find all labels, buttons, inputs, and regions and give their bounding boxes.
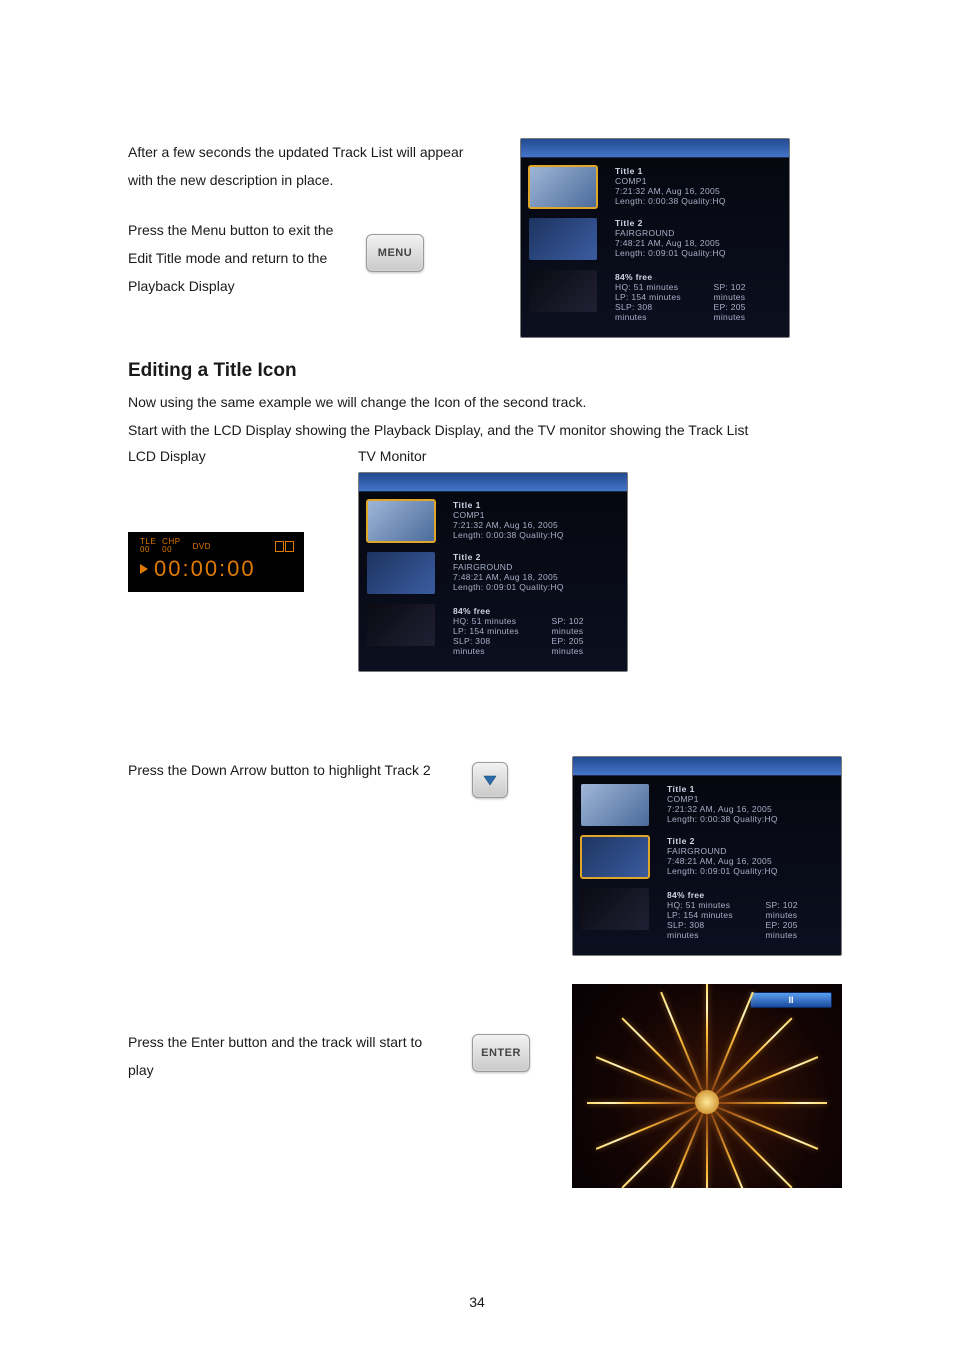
track-subtitle: FAIRGROUND [453,562,564,572]
free-line: SLP: 308 minutes [453,636,523,656]
track-time: 7:48:21 AM, Aug 16, 2005 [667,856,778,866]
free-title: 84% free [453,606,617,616]
track-title: Title 1 [453,500,564,510]
enter-button-label: ENTER [481,1047,521,1059]
page-number: 34 [0,1294,954,1310]
track-title: Title 2 [667,836,778,846]
heading-sub-1: Now using the same example we will chang… [128,388,842,416]
track-thumbnail [367,552,435,594]
free-space-row: 84% freeHQ: 51 minutesLP: 154 minutesSLP… [521,266,789,328]
free-line: SP: 102 minutes [713,282,779,302]
free-line: EP: 205 minutes [551,636,617,656]
track-length: Length: 0:09:01 Quality:HQ [453,582,564,592]
track-row[interactable]: Title 2FAIRGROUND7:48:21 AM, Aug 16, 200… [573,832,841,884]
track-time: 7:48:21 AM, Aug 18, 2005 [453,572,564,582]
free-thumbnail [581,888,649,930]
track-time: 7:21:32 AM, Aug 16, 2005 [453,520,564,530]
chevron-down-icon [482,772,498,788]
free-line: LP: 154 minutes [615,292,685,302]
track-thumbnail [581,784,649,826]
down-arrow-button[interactable] [472,762,508,798]
enter-button[interactable]: ENTER [472,1034,530,1072]
track-time: 7:21:32 AM, Aug 16, 2005 [667,804,778,814]
track-title: Title 2 [615,218,726,228]
track-row[interactable]: Title 1COMP17:21:32 AM, Aug 16, 2005Leng… [573,780,841,832]
lcd-chp-value: 00 [162,546,180,554]
track-thumbnail [529,166,597,208]
track-title: Title 1 [615,166,726,176]
panel-header [573,757,841,776]
free-space-row: 84% freeHQ: 51 minutesLP: 154 minutesSLP… [573,884,841,946]
free-line: EP: 205 minutes [765,920,831,940]
fairground-video-frame: II [572,984,842,1188]
free-space-row: 84% freeHQ: 51 minutesLP: 154 minutesSLP… [359,600,627,662]
free-thumbnail [529,270,597,312]
lcd-column-label: LCD Display [128,448,358,464]
panel-header [521,139,789,158]
free-line: EP: 205 minutes [713,302,779,322]
track-row[interactable]: Title 2FAIRGROUND7:48:21 AM, Aug 18, 200… [359,548,627,600]
free-line: SLP: 308 minutes [667,920,737,940]
section-heading: Editing a Title Icon [128,360,842,382]
free-thumbnail [367,604,435,646]
free-line: LP: 154 minutes [667,910,737,920]
free-title: 84% free [667,890,831,900]
track-list-panel-3: Title 1COMP17:21:32 AM, Aug 16, 2005Leng… [572,756,842,956]
free-line: SLP: 308 minutes [615,302,685,322]
free-line: LP: 154 minutes [453,626,523,636]
playback-overlay: II [750,992,832,1008]
track-subtitle: FAIRGROUND [667,846,778,856]
track-time: 7:21:32 AM, Aug 16, 2005 [615,186,726,196]
track-subtitle: COMP1 [453,510,564,520]
track-row[interactable]: Title 2FAIRGROUND7:48:21 AM, Aug 18, 200… [521,214,789,266]
track-thumbnail [529,218,597,260]
free-line: SP: 102 minutes [765,900,831,920]
step-enter: Press the Enter button and the track wil… [128,1028,448,1084]
track-title: Title 2 [453,552,564,562]
play-icon [140,564,148,574]
track-time: 7:48:21 AM, Aug 18, 2005 [615,238,726,248]
track-row[interactable]: Title 1COMP17:21:32 AM, Aug 16, 2005Leng… [359,496,627,548]
track-length: Length: 0:09:01 Quality:HQ [667,866,778,876]
dolby-icon [275,541,294,552]
menu-button-label: MENU [378,247,412,259]
free-line: SP: 102 minutes [551,616,617,636]
lcd-mode: DVD [193,542,211,551]
lcd-time-value: 00:00:00 [154,556,256,582]
track-thumbnail [367,500,435,542]
free-line: HQ: 51 minutes [453,616,523,626]
playback-overlay-label: II [788,995,793,1005]
track-length: Length: 0:00:38 Quality:HQ [667,814,778,824]
free-line: HQ: 51 minutes [667,900,737,910]
track-length: Length: 0:00:38 Quality:HQ [615,196,726,206]
free-line: HQ: 51 minutes [615,282,685,292]
tv-column-label: TV Monitor [358,448,426,464]
track-list-panel-1: Title 1COMP17:21:32 AM, Aug 16, 2005Leng… [520,138,790,338]
track-subtitle: FAIRGROUND [615,228,726,238]
panel-header [359,473,627,492]
track-list-panel-2: Title 1COMP17:21:32 AM, Aug 16, 2005Leng… [358,472,628,672]
menu-button[interactable]: MENU [366,234,424,272]
lcd-display: TLE 00 CHP 00 DVD 00:00:00 [128,532,304,592]
track-subtitle: COMP1 [615,176,726,186]
track-length: Length: 0:09:01 Quality:HQ [615,248,726,258]
track-row[interactable]: Title 1COMP17:21:32 AM, Aug 16, 2005Leng… [521,162,789,214]
heading-sub-2: Start with the LCD Display showing the P… [128,416,842,444]
track-thumbnail [581,836,649,878]
lcd-tle-value: 00 [140,546,156,554]
step-down-arrow: Press the Down Arrow button to highlight… [128,756,448,784]
intro-paragraph-2: Press the Menu button to exit the Edit T… [128,216,348,300]
track-title: Title 1 [667,784,778,794]
track-subtitle: COMP1 [667,794,778,804]
intro-paragraph-1: After a few seconds the updated Track Li… [128,138,488,194]
track-length: Length: 0:00:38 Quality:HQ [453,530,564,540]
free-title: 84% free [615,272,779,282]
